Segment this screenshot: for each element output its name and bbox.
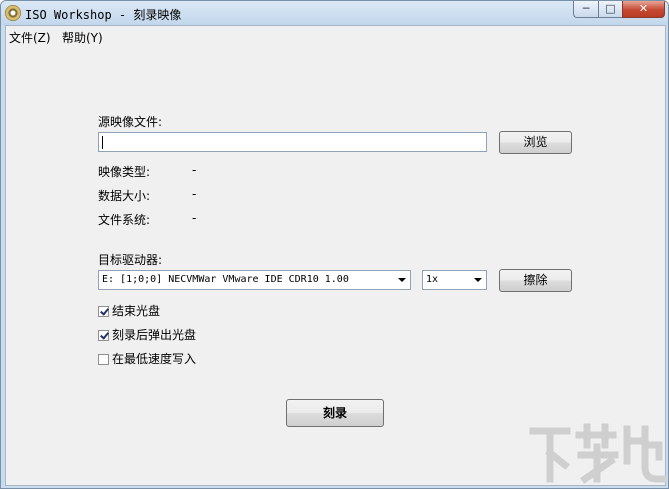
menu-file[interactable]: 文件(Z) <box>9 29 51 46</box>
burn-image-panel: 源映像文件: 浏览 映像类型: - 数据大小: - 文件系统: - 目标驱动器:… <box>6 48 665 485</box>
eject-label: 刻录后弹出光盘 <box>112 328 197 342</box>
chevron-down-icon <box>474 278 482 282</box>
target-drive-value: E: [1;0;0] NECVMWar VMware IDE CDR10 1.0… <box>102 274 349 285</box>
menu-bar: 文件(Z) 帮助(Y) <box>6 26 665 46</box>
client-area: 文件(Z) 帮助(Y) 源映像文件: 浏览 映像类型: - 数据大小: - 文件… <box>5 25 666 486</box>
app-window: ISO Workshop - 刻录映像 ─ □ ✕ 文件(Z) 帮助(Y) 源映… <box>0 0 669 489</box>
window-title: ISO Workshop - 刻录映像 <box>25 8 182 22</box>
speed-value: 1x <box>426 274 439 285</box>
filesystem-value: - <box>192 211 197 225</box>
finalize-checkbox[interactable] <box>98 306 109 317</box>
target-drive-label: 目标驱动器: <box>98 253 163 267</box>
finalize-label: 结束光盘 <box>112 304 161 318</box>
image-type-label: 映像类型: <box>98 165 151 179</box>
source-image-input[interactable] <box>98 132 487 152</box>
disc-icon <box>5 5 21 21</box>
erase-button[interactable]: 擦除 <box>499 269 572 292</box>
eject-option[interactable]: 刻录后弹出光盘 <box>98 326 196 343</box>
min-speed-label: 在最低速度写入 <box>112 352 197 366</box>
browse-button[interactable]: 浏览 <box>499 131 572 154</box>
burn-button[interactable]: 刻录 <box>286 399 384 427</box>
close-button[interactable]: ✕ <box>622 1 665 18</box>
data-size-value: - <box>192 187 197 201</box>
title-bar[interactable]: ISO Workshop - 刻录映像 ─ □ ✕ <box>1 1 668 25</box>
filesystem-label: 文件系统: <box>98 213 151 227</box>
maximize-button[interactable]: □ <box>598 1 623 18</box>
target-drive-select[interactable]: E: [1;0;0] NECVMWar VMware IDE CDR10 1.0… <box>98 270 411 290</box>
text-caret <box>102 136 103 149</box>
minimize-button[interactable]: ─ <box>573 1 599 18</box>
image-type-value: - <box>192 163 197 177</box>
eject-checkbox[interactable] <box>98 330 109 341</box>
finalize-option[interactable]: 结束光盘 <box>98 302 160 319</box>
source-image-label: 源映像文件: <box>98 115 163 129</box>
chevron-down-icon <box>398 278 406 282</box>
menu-help[interactable]: 帮助(Y) <box>62 29 103 46</box>
data-size-label: 数据大小: <box>98 189 151 203</box>
min-speed-checkbox[interactable] <box>98 354 109 365</box>
speed-select[interactable]: 1x <box>422 270 487 290</box>
min-speed-option[interactable]: 在最低速度写入 <box>98 350 196 367</box>
